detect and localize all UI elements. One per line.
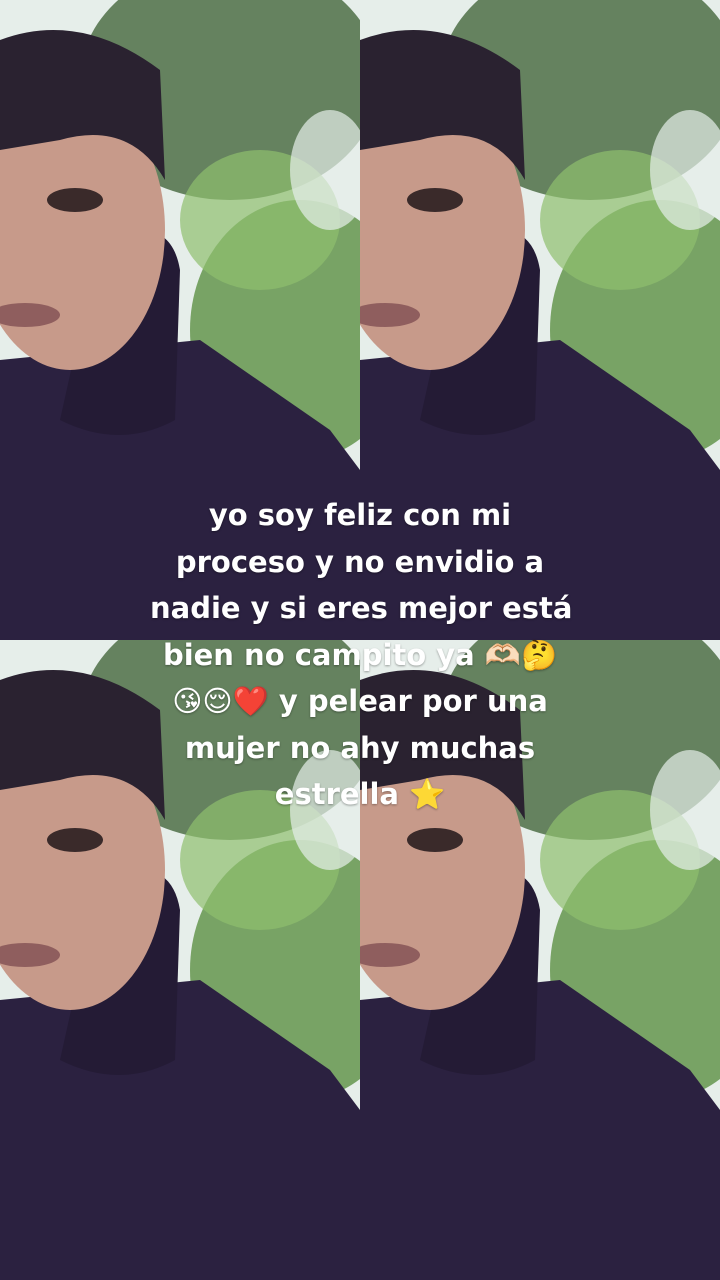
caption-line: 😘😌❤️ y pelear por una [172, 684, 548, 718]
caption-line: mujer no ahy muchas [184, 730, 536, 765]
caption-line: bien no campito ya 🫶🏻🤔 [162, 637, 558, 672]
caption-line: proceso y no envidio a [175, 544, 545, 579]
caption-text: yo soy feliz con mi proceso y no envidio… [150, 492, 573, 818]
caption-line: yo soy feliz con mi [208, 498, 512, 532]
caption-line: nadie y si eres mejor está [150, 591, 573, 625]
caption-line: estrella ⭐ [274, 777, 446, 811]
